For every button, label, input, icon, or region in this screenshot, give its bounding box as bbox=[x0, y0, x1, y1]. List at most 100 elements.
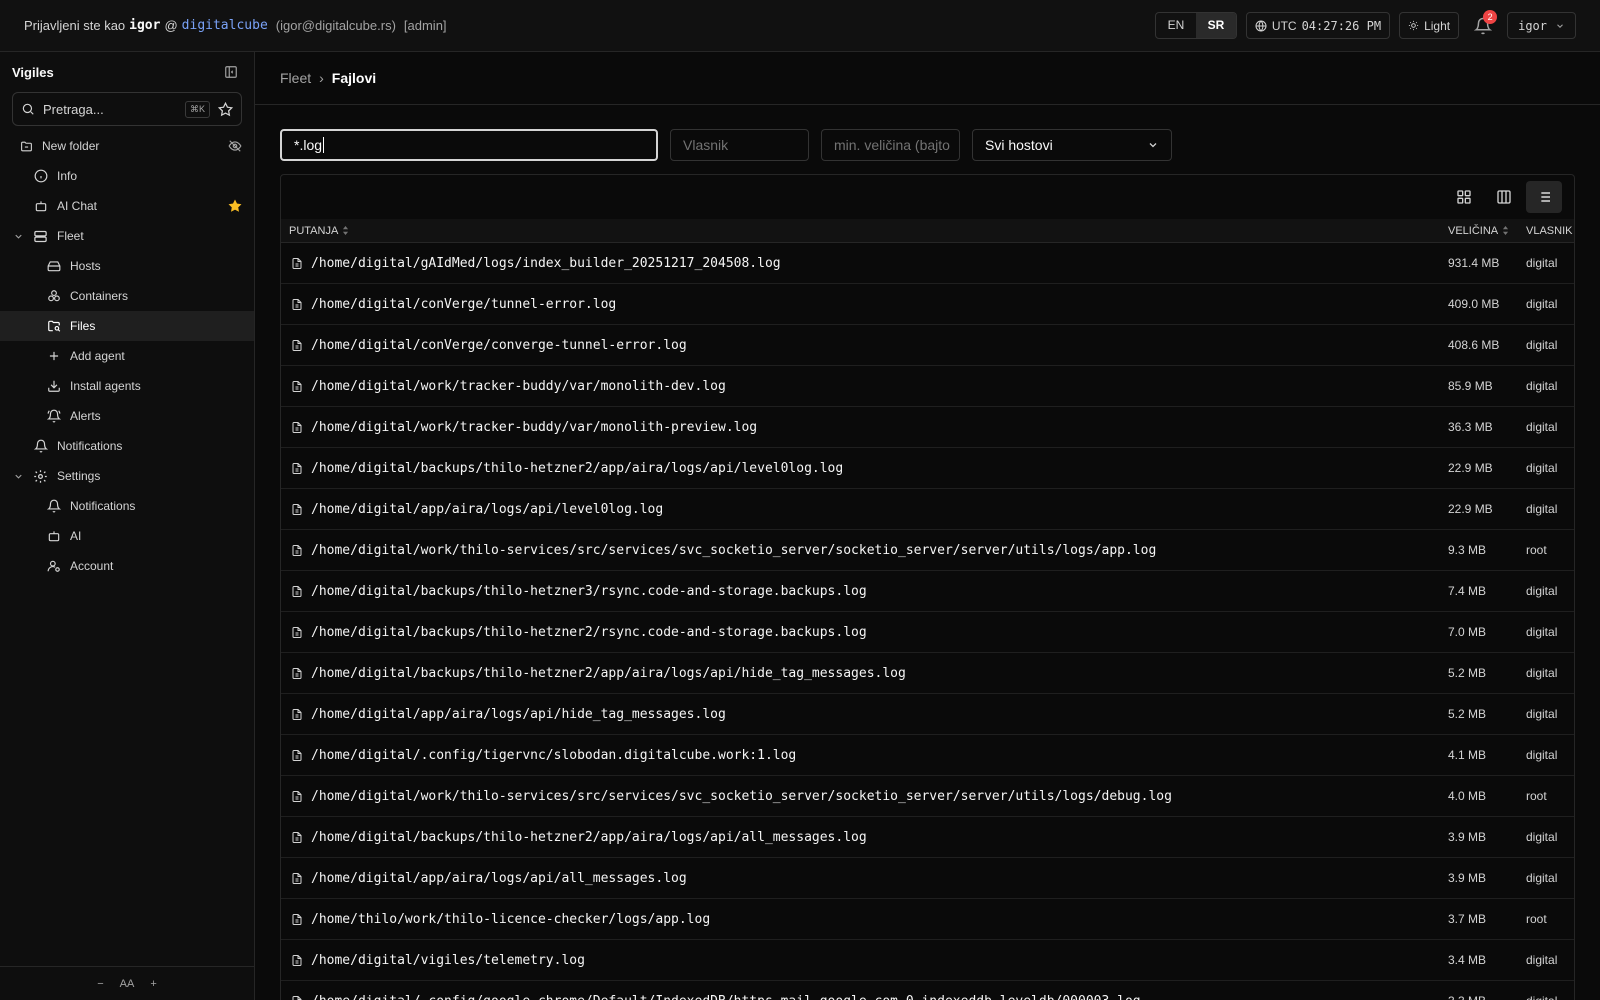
file-icon bbox=[291, 462, 303, 475]
table-row[interactable]: /home/digital/backups/thilo-hetzner2/app… bbox=[281, 653, 1574, 694]
table-row[interactable]: /home/thilo/work/thilo-licence-checker/l… bbox=[281, 899, 1574, 940]
sidebar-item-containers[interactable]: Containers bbox=[0, 281, 254, 311]
file-path: /home/digital/.config/tigervnc/slobodan.… bbox=[311, 747, 797, 763]
clock-time: 04:27:26 PM bbox=[1301, 18, 1382, 33]
file-path: /home/digital/work/tracker-buddy/var/mon… bbox=[311, 419, 758, 435]
sidebar-item-account[interactable]: Account bbox=[0, 551, 254, 581]
table-row[interactable]: /home/digital/app/aira/logs/api/all_mess… bbox=[281, 858, 1574, 899]
grid-view-button[interactable] bbox=[1446, 181, 1482, 213]
timezone-label: UTC bbox=[1271, 18, 1297, 33]
table-row[interactable]: /home/digital/.config/google-chrome/Defa… bbox=[281, 981, 1574, 1000]
breadcrumb-fleet[interactable]: Fleet bbox=[280, 70, 311, 86]
sort-icon bbox=[1502, 226, 1509, 235]
filter-bar: *.log Vlasnik min. veličina (bajto Svi h… bbox=[280, 129, 1172, 161]
host-select[interactable]: Svi hostovi bbox=[972, 129, 1172, 161]
chevron-down-icon[interactable] bbox=[13, 471, 24, 482]
file-owner: digital bbox=[1526, 256, 1558, 270]
breadcrumb-separator: › bbox=[319, 70, 324, 86]
table-row[interactable]: /home/digital/backups/thilo-hetzner2/rsy… bbox=[281, 612, 1574, 653]
sidebar-folder-new-folder[interactable]: New folder bbox=[0, 131, 254, 161]
table-row[interactable]: /home/digital/backups/thilo-hetzner2/app… bbox=[281, 448, 1574, 489]
user-role: [admin] bbox=[403, 18, 447, 33]
file-icon bbox=[291, 831, 303, 844]
grid-icon bbox=[1456, 189, 1472, 205]
sidebar-item-notifications[interactable]: Notifications bbox=[0, 431, 254, 461]
sidebar-item-ai-chat[interactable]: AI Chat bbox=[0, 191, 254, 221]
font-increase-button[interactable]: + bbox=[150, 978, 156, 990]
table-row[interactable]: /home/digital/backups/thilo-hetzner2/app… bbox=[281, 817, 1574, 858]
lang-sr-button[interactable]: SR bbox=[1195, 13, 1236, 38]
notifications-button[interactable]: 2 bbox=[1468, 10, 1498, 39]
sidebar-item-add-agent[interactable]: Add agent bbox=[0, 341, 254, 371]
pattern-input[interactable]: *.log bbox=[280, 129, 658, 161]
file-size: 3.9 MB bbox=[1448, 830, 1487, 844]
file-owner: digital bbox=[1526, 666, 1558, 680]
file-icon bbox=[291, 544, 303, 557]
sidebar-item-info[interactable]: Info bbox=[0, 161, 254, 191]
page-title: Fajlovi bbox=[331, 70, 377, 86]
chevron-down-icon[interactable] bbox=[13, 231, 24, 242]
file-owner: digital bbox=[1526, 338, 1558, 352]
table-row[interactable]: /home/digital/.config/tigervnc/slobodan.… bbox=[281, 735, 1574, 776]
table-row[interactable]: /home/digital/conVerge/tunnel-error.log … bbox=[281, 284, 1574, 325]
owner-input[interactable]: Vlasnik bbox=[670, 129, 809, 161]
org-link[interactable]: digitalcube bbox=[182, 18, 268, 33]
sidebar-item-label: Install agents bbox=[70, 379, 141, 393]
sidebar-item-label: Fleet bbox=[57, 229, 84, 243]
sidebar-item-alerts[interactable]: Alerts bbox=[0, 401, 254, 431]
file-path: /home/digital/conVerge/converge-tunnel-e… bbox=[311, 337, 687, 353]
bell-icon bbox=[47, 499, 61, 513]
notification-count-badge: 2 bbox=[1483, 10, 1498, 24]
sidebar-item-hosts[interactable]: Hosts bbox=[0, 251, 254, 281]
user-menu-button[interactable]: igor bbox=[1507, 12, 1576, 39]
table-row[interactable]: /home/digital/work/tracker-buddy/var/mon… bbox=[281, 366, 1574, 407]
star-icon[interactable] bbox=[218, 101, 233, 117]
lang-en-button[interactable]: EN bbox=[1156, 13, 1196, 38]
bot-icon bbox=[34, 199, 48, 213]
sidebar-item-label: Account bbox=[70, 559, 114, 573]
file-icon bbox=[291, 626, 303, 639]
file-owner: digital bbox=[1526, 707, 1558, 721]
sidebar-item-files[interactable]: Files bbox=[0, 311, 254, 341]
column-header-size[interactable]: VELIČINA bbox=[1448, 225, 1526, 237]
column-header-path[interactable]: PUTANJA bbox=[281, 225, 1448, 237]
table-row[interactable]: /home/digital/app/aira/logs/api/level0lo… bbox=[281, 489, 1574, 530]
sidebar-search[interactable]: Pretraga... ⌘K bbox=[12, 92, 242, 126]
sidebar-collapse-icon[interactable] bbox=[224, 65, 238, 79]
table-row[interactable]: /home/digital/vigiles/telemetry.log 3.4 … bbox=[281, 940, 1574, 981]
table-row[interactable]: /home/digital/work/tracker-buddy/var/mon… bbox=[281, 407, 1574, 448]
table-header: PUTANJA VELIČINA VLASNIK bbox=[281, 219, 1574, 243]
font-decrease-button[interactable]: − bbox=[97, 978, 103, 990]
column-header-owner[interactable]: VLASNIK bbox=[1526, 225, 1574, 237]
sidebar-item-settings-notifications[interactable]: Notifications bbox=[0, 491, 254, 521]
table-row[interactable]: /home/digital/gAIdMed/logs/index_builder… bbox=[281, 243, 1574, 284]
table-row[interactable]: /home/digital/backups/thilo-hetzner3/rsy… bbox=[281, 571, 1574, 612]
file-owner: digital bbox=[1526, 420, 1558, 434]
file-size: 408.6 MB bbox=[1448, 338, 1500, 352]
sidebar-item-fleet[interactable]: Fleet bbox=[0, 221, 254, 251]
signed-in-username: igor bbox=[129, 18, 161, 33]
columns-view-button[interactable] bbox=[1486, 181, 1522, 213]
table-row[interactable]: /home/digital/conVerge/converge-tunnel-e… bbox=[281, 325, 1574, 366]
sidebar-item-install-agents[interactable]: Install agents bbox=[0, 371, 254, 401]
user-cog-icon bbox=[47, 559, 61, 573]
file-icon bbox=[291, 954, 303, 967]
table-row[interactable]: /home/digital/app/aira/logs/api/hide_tag… bbox=[281, 694, 1574, 735]
table-row[interactable]: /home/digital/work/thilo-services/src/se… bbox=[281, 776, 1574, 817]
signed-in-prefix: Prijavljeni ste kao bbox=[24, 18, 126, 33]
eye-off-icon[interactable] bbox=[228, 139, 242, 153]
file-path: /home/digital/backups/thilo-hetzner2/rsy… bbox=[311, 624, 867, 640]
min-size-input[interactable]: min. veličina (bajto bbox=[821, 129, 960, 161]
file-size: 4.1 MB bbox=[1448, 748, 1487, 762]
list-view-button[interactable] bbox=[1526, 181, 1562, 213]
theme-toggle[interactable]: Light bbox=[1399, 12, 1460, 39]
sidebar-item-settings[interactable]: Settings bbox=[0, 461, 254, 491]
sidebar-item-settings-ai[interactable]: AI bbox=[0, 521, 254, 551]
file-size: 5.2 MB bbox=[1448, 666, 1487, 680]
user-email: (igor@digitalcube.rs) bbox=[275, 18, 396, 33]
bell-icon bbox=[34, 439, 48, 453]
favorite-star-icon[interactable] bbox=[228, 199, 242, 213]
table-row[interactable]: /home/digital/work/thilo-services/src/se… bbox=[281, 530, 1574, 571]
file-owner: digital bbox=[1526, 953, 1558, 967]
search-input[interactable]: Pretraga... bbox=[43, 102, 177, 117]
